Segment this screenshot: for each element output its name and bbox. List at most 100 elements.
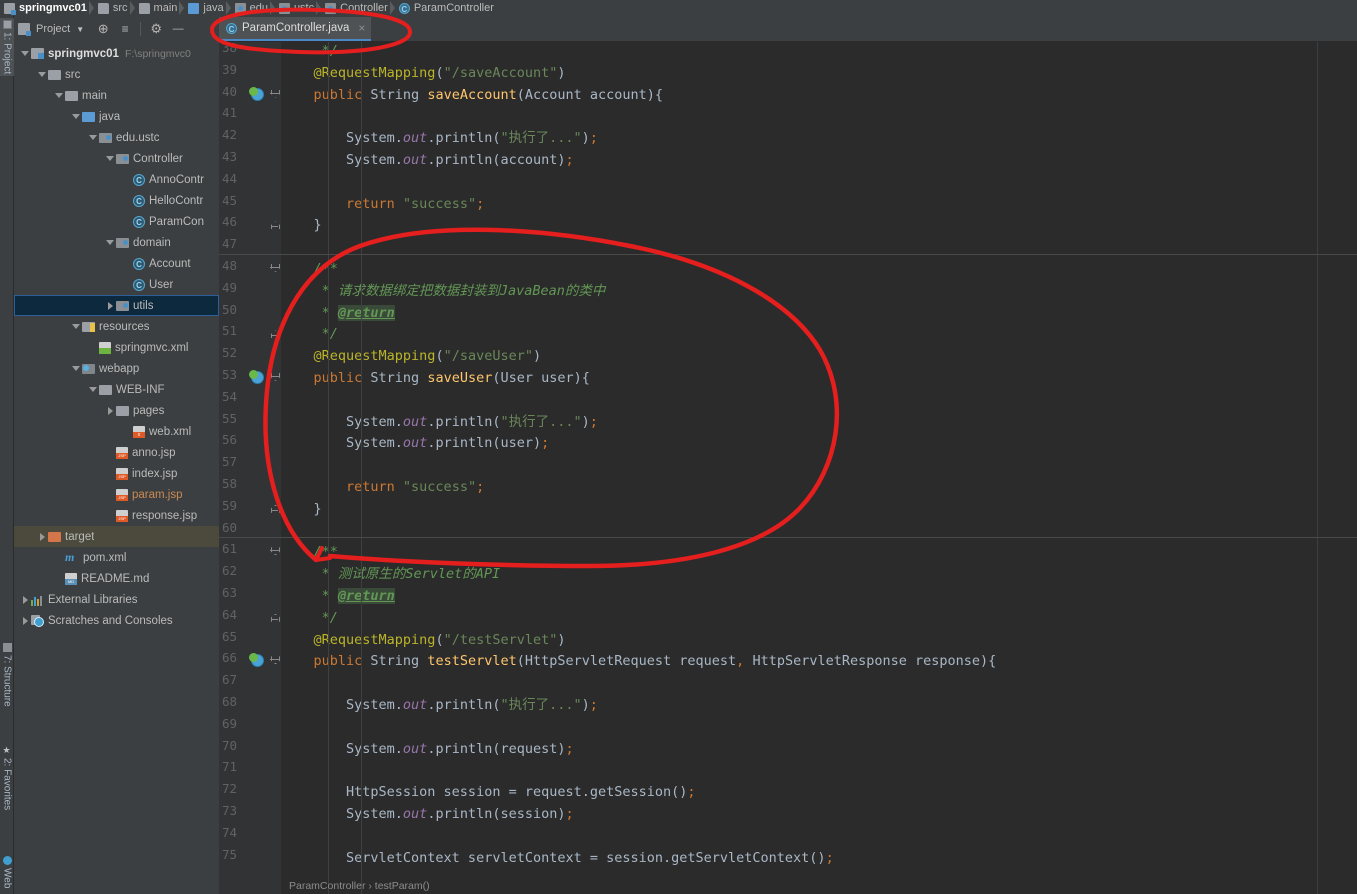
folder-icon — [116, 406, 129, 416]
breadcrumb-item-main[interactable]: main — [135, 0, 185, 16]
tree-item-readme-md[interactable]: README.md — [14, 568, 219, 589]
tree-item-user[interactable]: C User — [14, 274, 219, 295]
chevron-open-icon[interactable] — [88, 132, 99, 143]
chevron-closed-icon[interactable] — [20, 594, 31, 605]
hide-panel-icon[interactable]: — — [169, 20, 187, 38]
code-fold-start-icon[interactable] — [270, 264, 279, 273]
chevron-open-icon[interactable] — [54, 90, 65, 101]
project-window-icon — [2, 20, 12, 29]
jsp-file-icon — [116, 488, 128, 501]
project-tree[interactable]: springmvc01 F:\springmvc0 src main java edu.u… — [14, 42, 219, 894]
code-content[interactable]: * @return */ @RequestMapping("/saveAccou… — [281, 42, 1357, 894]
code-line-39: @RequestMapping("/saveAccount") — [281, 62, 566, 84]
tree-item-target[interactable]: target — [14, 526, 219, 547]
locate-icon[interactable]: ⊕ — [94, 20, 112, 38]
breadcrumb-item-src[interactable]: src — [94, 0, 135, 16]
code-fold-end-icon[interactable] — [270, 504, 279, 513]
tree-item-label: target — [65, 530, 95, 543]
tree-item-pom-xml[interactable]: m pom.xml — [14, 547, 219, 568]
code-fold-end-icon[interactable] — [270, 329, 279, 338]
close-icon[interactable]: × — [358, 21, 365, 35]
code-fold-end-icon[interactable] — [270, 613, 279, 622]
tree-item-web-inf[interactable]: WEB-INF — [14, 379, 219, 400]
tree-item-resources[interactable]: resources — [14, 316, 219, 337]
code-fold-start-icon[interactable] — [270, 547, 279, 556]
chevron-open-icon[interactable] — [105, 237, 116, 248]
folder-icon — [138, 2, 150, 14]
breadcrumb-item-controller[interactable]: Controller — [321, 0, 395, 16]
editor-gutter[interactable]: 3738394041424344454647484950515253545556… — [219, 42, 281, 894]
code-token: out — [402, 740, 428, 757]
code-token: (HttpServletRequest request — [516, 653, 737, 670]
tree-item-scratches-and-consoles[interactable]: Scratches and Consoles — [14, 610, 219, 631]
code-fold-end-icon[interactable] — [270, 220, 279, 229]
tool-window-button-web[interactable]: Web — [0, 854, 14, 890]
library-bar — [40, 595, 42, 606]
class-icon: C — [226, 22, 237, 34]
tree-item-springmvc01[interactable]: springmvc01 F:\springmvc0 — [14, 43, 219, 64]
tree-item-edu-ustc[interactable]: edu.ustc — [14, 127, 219, 148]
web-mapping-gutter-icon[interactable] — [249, 370, 264, 384]
tree-item-index-jsp[interactable]: index.jsp — [14, 463, 219, 484]
editor-status-breadcrumb[interactable]: ParamController › testParam() — [281, 878, 430, 894]
code-fold-start-icon[interactable] — [270, 90, 279, 99]
breadcrumb-item-edu[interactable]: edu — [231, 0, 276, 16]
code-fold-start-icon[interactable] — [270, 656, 279, 665]
chevron-open-icon[interactable] — [71, 111, 82, 122]
tree-item-src[interactable]: src — [14, 64, 219, 85]
tool-window-button-favorites[interactable]: ★ 2: Favorites — [0, 744, 14, 812]
chevron-open-icon[interactable] — [71, 321, 82, 332]
code-token: ) — [557, 64, 566, 81]
breadcrumb[interactable]: springmvc01 src main java edu ustc Controller C… — [0, 0, 1357, 16]
tree-item-controller[interactable]: Controller — [14, 148, 219, 169]
tree-item-web-xml[interactable]: web.xml — [14, 421, 219, 442]
chevron-open-icon[interactable] — [37, 69, 48, 80]
chevron-open-icon[interactable] — [71, 363, 82, 374]
tree-item-webapp[interactable]: webapp — [14, 358, 219, 379]
code-fold-start-icon[interactable] — [270, 373, 279, 382]
breadcrumb-item-springmvc01[interactable]: springmvc01 — [0, 0, 94, 16]
settings-gear-icon[interactable]: ⚙ — [147, 20, 165, 38]
tool-window-button-structure[interactable]: 7: Structure — [0, 641, 14, 709]
breadcrumb-item-java[interactable]: java — [184, 0, 231, 16]
breadcrumb-item-ustc[interactable]: ustc — [275, 0, 322, 16]
chevron-open-icon[interactable] — [105, 153, 116, 164]
tree-item-external-libraries[interactable]: External Libraries — [14, 589, 219, 610]
tree-item-paramcon[interactable]: C ParamCon — [14, 211, 219, 232]
tool-window-button-project[interactable]: 1: Project — [0, 18, 14, 77]
chevron-closed-icon[interactable] — [105, 300, 116, 311]
tree-item-hellocontr[interactable]: C HelloContr — [14, 190, 219, 211]
code-editor[interactable]: 3738394041424344454647484950515253545556… — [219, 42, 1357, 894]
tree-item-annocontr[interactable]: C AnnoContr — [14, 169, 219, 190]
tree-item-java[interactable]: java — [14, 106, 219, 127]
chevron-open-icon[interactable] — [20, 48, 31, 59]
tree-arrow-none — [105, 510, 116, 521]
web-mapping-gutter-icon[interactable] — [249, 86, 264, 101]
tree-item-anno-jsp[interactable]: anno.jsp — [14, 442, 219, 463]
tree-item-param-jsp[interactable]: param.jsp — [14, 484, 219, 505]
line-number-46: 46 — [221, 214, 237, 230]
toolbar-divider — [140, 22, 142, 36]
chevron-closed-icon[interactable] — [37, 531, 48, 542]
chevron-closed-icon[interactable] — [20, 615, 31, 626]
web-mapping-gutter-icon[interactable] — [249, 653, 264, 668]
project-dropdown-caret[interactable]: ▼ — [76, 25, 84, 34]
chevron-open-icon[interactable] — [88, 384, 99, 395]
package-icon — [99, 133, 112, 143]
tree-item-pages[interactable]: pages — [14, 400, 219, 421]
breadcrumb-item-paramcontroller[interactable]: C ParamController — [395, 0, 501, 16]
code-token: .println(request) — [427, 740, 566, 757]
breadcrumb-label: Controller — [340, 2, 388, 14]
tree-item-account[interactable]: C Account — [14, 253, 219, 274]
line-number-73: 73 — [221, 803, 237, 818]
tree-item-utils[interactable]: utils — [14, 295, 219, 316]
tree-item-domain[interactable]: domain — [14, 232, 219, 253]
tree-item-springmvc-xml[interactable]: springmvc.xml — [14, 337, 219, 358]
tree-item-label: HelloContr — [149, 194, 204, 207]
editor-tab-paramcontroller[interactable]: C ParamController.java × — [219, 17, 372, 41]
chevron-closed-icon[interactable] — [105, 405, 116, 416]
line-number-71: 71 — [221, 759, 237, 775]
tree-item-response-jsp[interactable]: response.jsp — [14, 505, 219, 526]
tree-item-main[interactable]: main — [14, 85, 219, 106]
collapse-all-icon[interactable]: ≡ — [116, 20, 134, 38]
